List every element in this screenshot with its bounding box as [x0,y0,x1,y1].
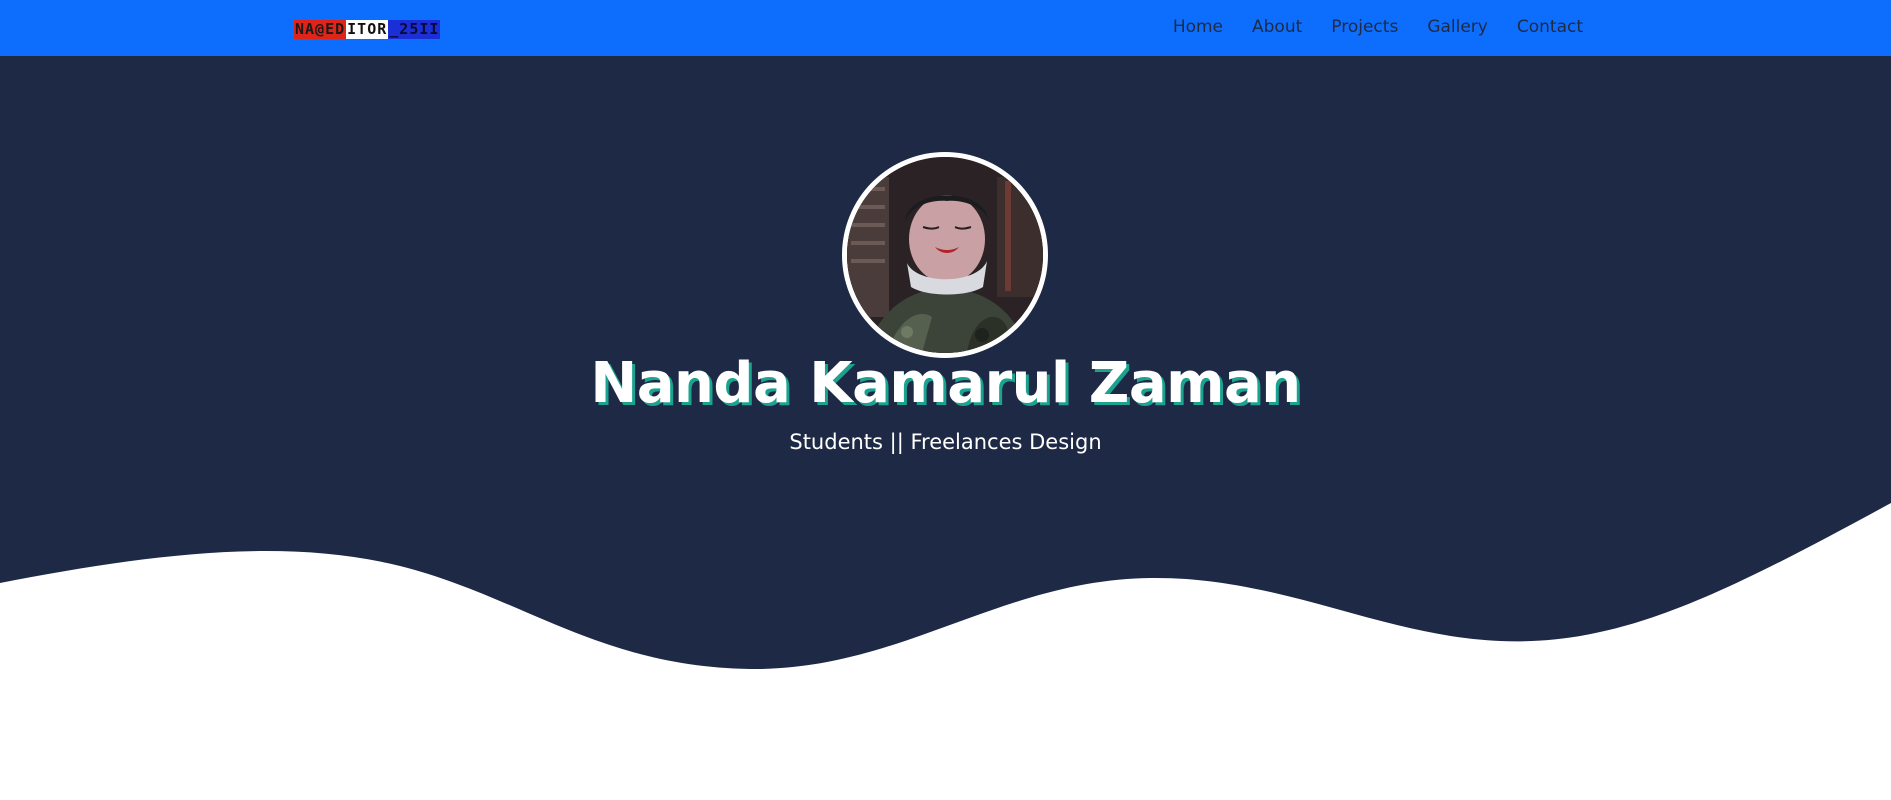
nav-link-projects[interactable]: Projects [1331,16,1398,38]
navbar: NA@ED ITOR _25II Home About Projects Gal… [0,0,1891,56]
hero-name: Nanda Kamarul Zaman [590,351,1301,416]
nav-link-contact[interactable]: Contact [1517,16,1583,38]
nav-link-about[interactable]: About [1252,16,1302,38]
hero-subtitle: Students || Freelances Design [789,430,1102,454]
brand-logo-part-2: ITOR [346,20,389,39]
brand-logo-part-1: NA@ED [294,20,347,39]
profile-avatar [842,152,1048,358]
nav-link-home[interactable]: Home [1173,16,1223,38]
nav-links: Home About Projects Gallery Contact [1173,16,1583,38]
brand-logo[interactable]: NA@ED ITOR _25II [294,20,441,39]
hero-section: Nanda Kamarul Zaman Students || Freelanc… [0,56,1891,800]
nav-link-gallery[interactable]: Gallery [1427,16,1488,38]
brand-logo-part-3: _25II [388,20,441,39]
